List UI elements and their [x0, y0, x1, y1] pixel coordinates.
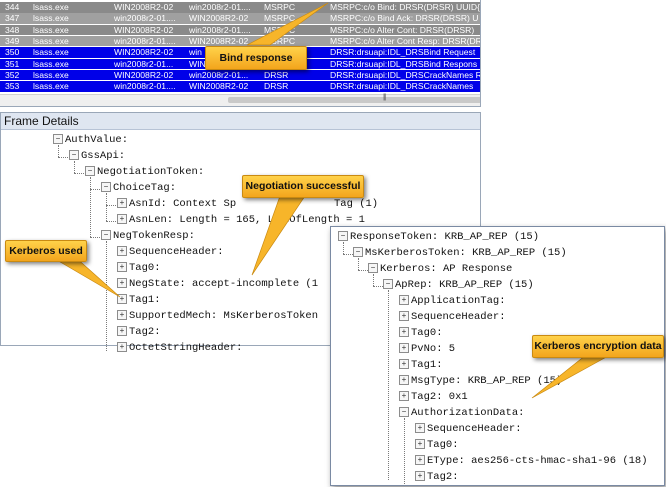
- kerberos-encryption-pointer: [531, 354, 611, 399]
- bind-response-callout: Bind response: [205, 46, 307, 70]
- bind-response-pointer: [246, 2, 329, 46]
- kerberos-used-callout: Kerberos used: [5, 240, 87, 262]
- kerberos-used-pointer: [48, 255, 121, 298]
- kerberos-encryption-callout: Kerberos encryption data: [532, 335, 664, 358]
- negotiation-successful-callout: Negotiation successful: [242, 175, 364, 198]
- negotiation-pointer: [251, 195, 306, 276]
- callout-pointers: [48, 2, 611, 399]
